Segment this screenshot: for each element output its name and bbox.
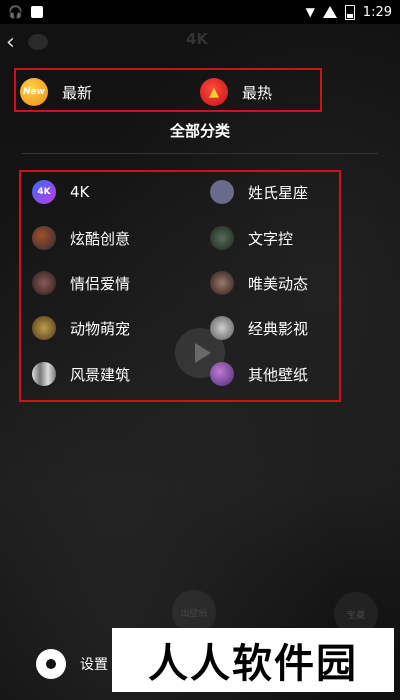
category-label: 经典影视 bbox=[248, 319, 309, 338]
page-title: 4K bbox=[186, 30, 209, 48]
category-classic-films[interactable]: 经典影视 bbox=[210, 316, 308, 340]
background-button-label: 出壁纸 bbox=[180, 608, 208, 619]
tab-hottest[interactable]: ▲ 最热 bbox=[200, 78, 272, 106]
status-time: 1:29 bbox=[362, 4, 392, 20]
category-label: 唯美动态 bbox=[248, 274, 309, 293]
category-surname-zodiac[interactable]: 姓氏星座 bbox=[210, 180, 308, 204]
category-4k-icon: 4K bbox=[32, 180, 56, 204]
category-cool-creative[interactable]: 炫酷创意 bbox=[32, 226, 130, 250]
category-label: 动物萌宠 bbox=[70, 319, 131, 338]
category-label: 文字控 bbox=[248, 229, 294, 248]
wifi-icon: ▼ bbox=[305, 5, 315, 19]
tab-newest-label: 最新 bbox=[62, 83, 93, 102]
settings-button[interactable]: 设置 bbox=[36, 649, 108, 679]
new-badge-icon: New bbox=[20, 78, 48, 106]
category-label: 风景建筑 bbox=[70, 365, 131, 384]
notification-icon bbox=[30, 6, 43, 18]
category-thumbnail-icon bbox=[32, 271, 56, 295]
category-other-wallpapers[interactable]: 其他壁纸 bbox=[210, 362, 308, 386]
back-icon[interactable]: ‹ bbox=[6, 30, 15, 55]
signal-icon bbox=[322, 6, 337, 18]
category-thumbnail-icon bbox=[32, 362, 56, 386]
top-bar: ‹ 4K bbox=[0, 24, 400, 60]
category-thumbnail-icon bbox=[210, 316, 234, 340]
fire-icon: ▲ bbox=[200, 78, 228, 106]
menu-icon[interactable] bbox=[28, 34, 48, 50]
category-text[interactable]: 文字控 bbox=[210, 226, 293, 250]
section-title: 全部分类 bbox=[169, 122, 230, 140]
category-label: 其他壁纸 bbox=[248, 365, 309, 384]
background-button-label: 宝藏 bbox=[346, 610, 365, 621]
tab-hottest-label: 最热 bbox=[242, 83, 273, 102]
category-animals-pets[interactable]: 动物萌宠 bbox=[32, 316, 130, 340]
category-couple-love[interactable]: 情侣爱情 bbox=[32, 271, 130, 295]
gear-icon bbox=[36, 649, 66, 679]
category-4k[interactable]: 4K 4K bbox=[32, 180, 89, 204]
category-label: 情侣爱情 bbox=[70, 274, 131, 293]
battery-icon bbox=[344, 4, 355, 20]
category-label: 炫酷创意 bbox=[70, 229, 131, 248]
divider bbox=[22, 153, 378, 154]
category-label: 4K bbox=[70, 183, 90, 201]
category-aesthetic-dynamic[interactable]: 唯美动态 bbox=[210, 271, 308, 295]
status-bar: 🎧 ▼ 1:29 bbox=[0, 0, 400, 24]
category-thumbnail-icon bbox=[210, 180, 234, 204]
settings-label: 设置 bbox=[80, 657, 108, 673]
watermark: 人人软件园 bbox=[112, 628, 394, 692]
category-thumbnail-icon bbox=[210, 226, 234, 250]
headset-icon: 🎧 bbox=[8, 5, 23, 19]
category-scenery-architecture[interactable]: 风景建筑 bbox=[32, 362, 130, 386]
category-thumbnail-icon bbox=[210, 362, 234, 386]
category-label: 姓氏星座 bbox=[248, 183, 309, 202]
category-thumbnail-icon bbox=[32, 316, 56, 340]
tab-newest[interactable]: New 最新 bbox=[20, 78, 92, 106]
category-thumbnail-icon bbox=[32, 226, 56, 250]
category-thumbnail-icon bbox=[210, 271, 234, 295]
